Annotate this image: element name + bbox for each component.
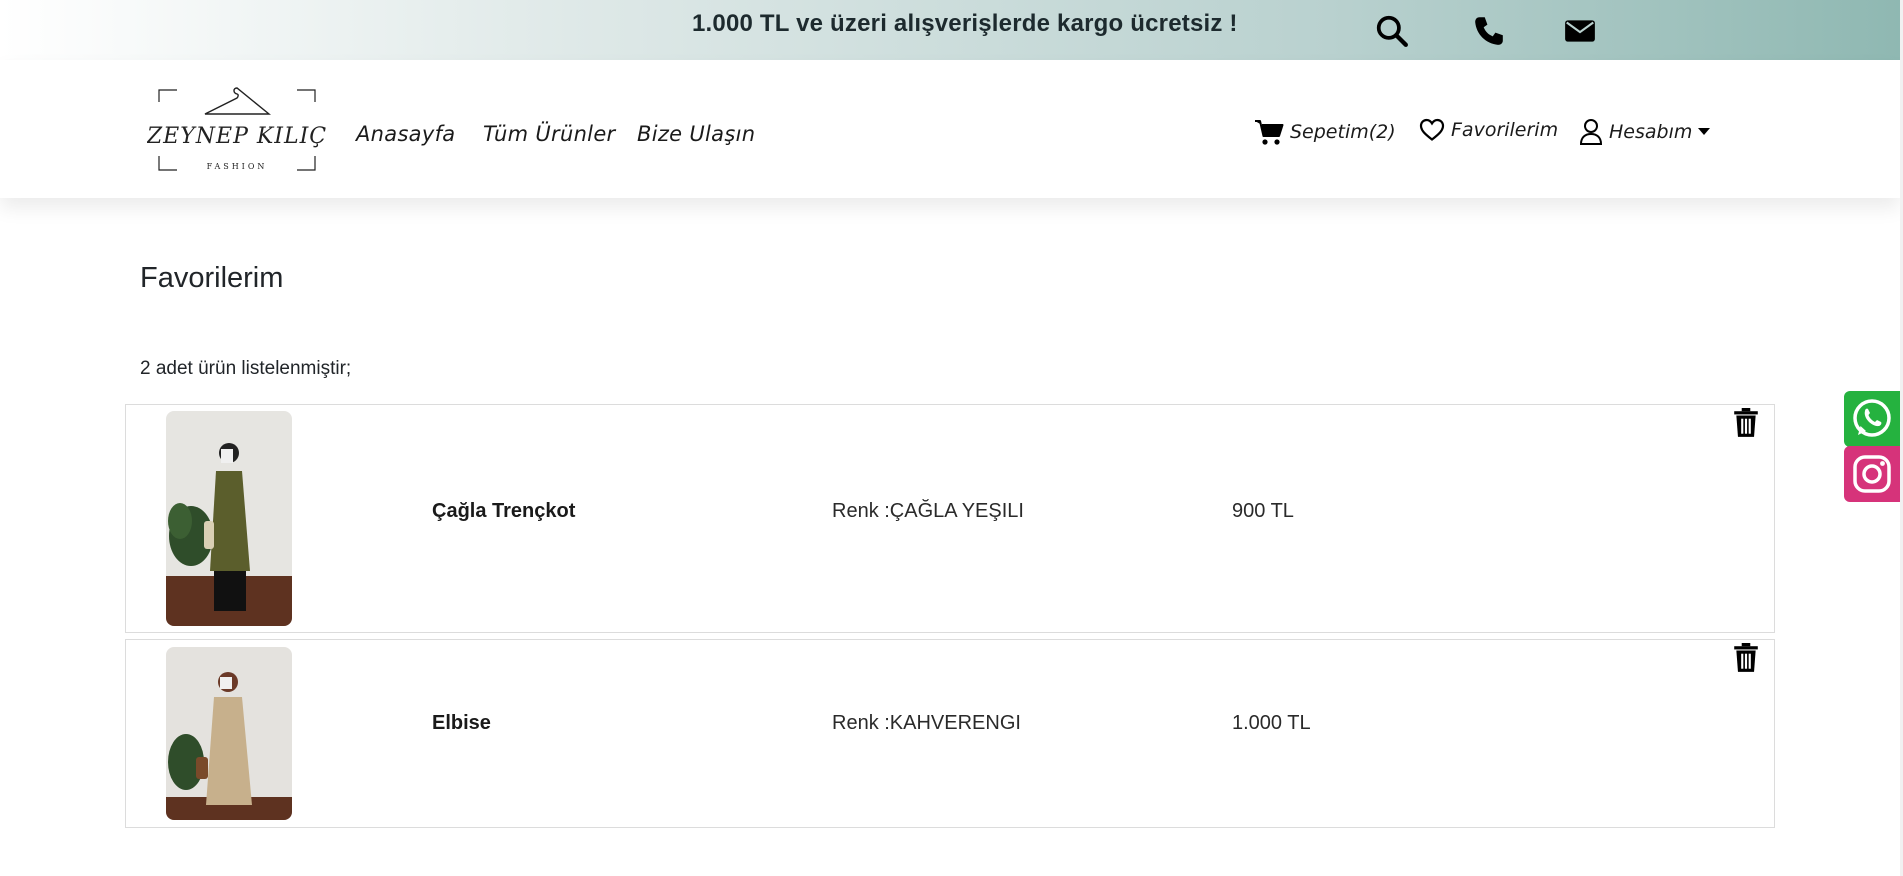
favorites-link[interactable]: Favorilerim: [1419, 118, 1558, 142]
favorite-item: Çağla Trençkot Renk :ÇAĞLA YEŞILI 900 TL: [125, 404, 1775, 633]
favorite-item: Elbise Renk :KAHVERENGI 1.000 TL: [125, 639, 1775, 828]
cart-icon: [1255, 120, 1284, 145]
product-image[interactable]: [166, 411, 292, 626]
brand-logo[interactable]: ZEYNEP KILIÇ FASHION: [146, 80, 327, 176]
product-price: 900 TL: [1232, 500, 1294, 522]
page-title: Favorilerim: [140, 262, 284, 294]
account-dropdown[interactable]: Hesabım: [1579, 118, 1711, 146]
product-name[interactable]: Çağla Trençkot: [432, 500, 575, 523]
product-color: Renk :KAHVERENGI: [832, 712, 1021, 734]
trash-icon[interactable]: [1732, 643, 1760, 673]
whatsapp-icon[interactable]: [1844, 391, 1900, 447]
nav-home[interactable]: Anasayfa: [356, 122, 455, 146]
product-color: Renk :ÇAĞLA YEŞILI: [832, 500, 1024, 522]
svg-text:ZEYNEP KILIÇ: ZEYNEP KILIÇ: [147, 124, 327, 149]
heart-icon: [1419, 118, 1445, 141]
envelope-icon[interactable]: [1563, 14, 1597, 48]
site-header: ZEYNEP KILIÇ FASHION Anasayfa Tüm Ürünle…: [0, 60, 1900, 198]
instagram-icon[interactable]: [1844, 446, 1900, 502]
product-name[interactable]: Elbise: [432, 712, 491, 735]
product-image[interactable]: [166, 647, 292, 820]
product-price: 1.000 TL: [1232, 712, 1311, 734]
search-icon[interactable]: [1375, 14, 1409, 48]
user-icon: [1579, 119, 1603, 145]
phone-icon[interactable]: [1472, 14, 1506, 48]
cart-link[interactable]: Sepetim(2): [1254, 118, 1396, 146]
nav-contact[interactable]: Bize Ulaşın: [637, 122, 755, 146]
cart-label: Sepetim(2): [1290, 121, 1396, 143]
caret-down-icon: [1698, 128, 1711, 135]
account-label: Hesabım: [1609, 121, 1693, 143]
svg-text:FASHION: FASHION: [207, 162, 268, 171]
promo-banner: 1.000 TL ve üzeri alışverişlerde kargo ü…: [0, 0, 1900, 60]
item-count-text: 2 adet ürün listelenmiştir;: [140, 358, 352, 379]
favorites-label: Favorilerim: [1451, 119, 1559, 141]
trash-icon[interactable]: [1732, 408, 1760, 438]
nav-all-products[interactable]: Tüm Ürünler: [483, 122, 615, 146]
promo-text: 1.000 TL ve üzeri alışverişlerde kargo ü…: [692, 10, 1238, 37]
